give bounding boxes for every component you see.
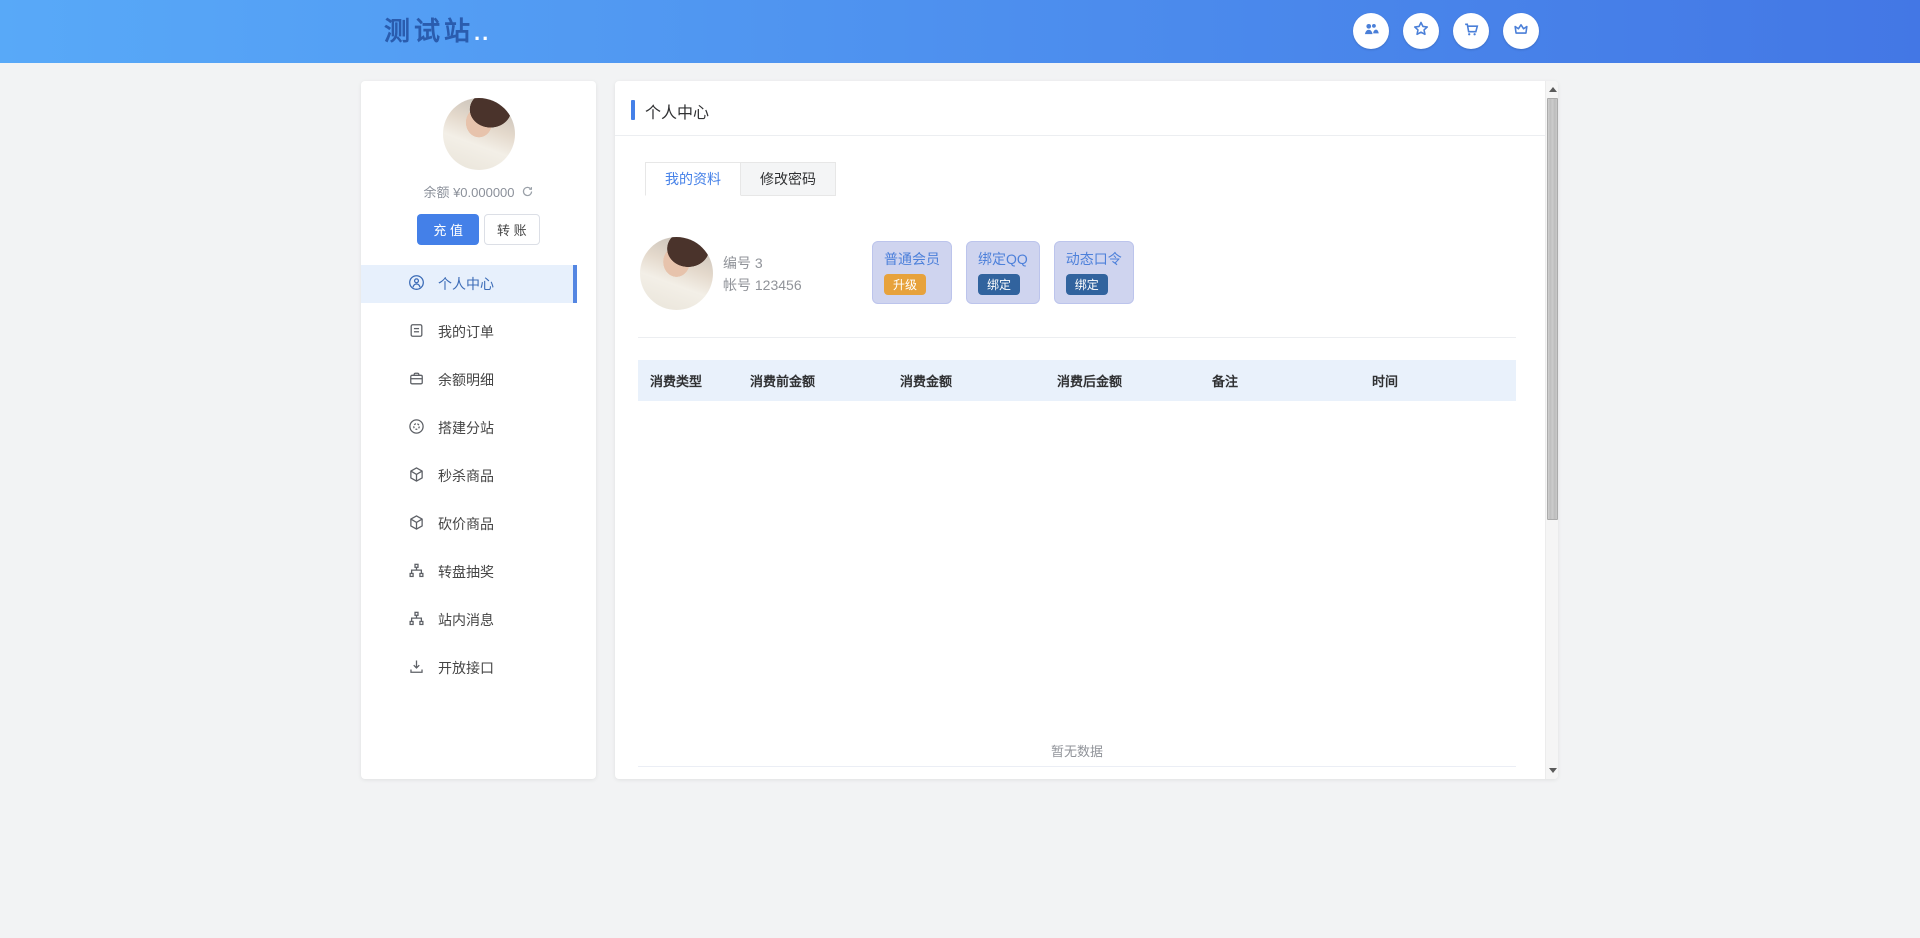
transfer-button[interactable]: 转 账 [484, 214, 540, 245]
table-header-row: 消费类型 消费前金额 消费金额 消费后金额 备注 时间 [638, 360, 1516, 401]
user-icon [408, 274, 425, 294]
cart-button[interactable] [1453, 13, 1489, 49]
col-remark: 备注 [1200, 371, 1360, 390]
order-icon [408, 322, 425, 342]
crown-icon [1512, 20, 1530, 43]
col-amount: 消费金额 [888, 371, 1045, 390]
content-scrollbar[interactable] [1545, 81, 1558, 779]
badge-cards: 普通会员 升级 绑定QQ 绑定 动态口令 绑定 [872, 241, 1134, 304]
user-account: 帐号 123456 [723, 274, 802, 296]
sitemap-icon [408, 610, 425, 630]
users-button[interactable] [1353, 13, 1389, 49]
bind-otp-button[interactable]: 绑定 [1066, 274, 1108, 295]
bind-qq-button[interactable]: 绑定 [978, 274, 1020, 295]
star-button[interactable] [1403, 13, 1439, 49]
sidebar-item-build-substation[interactable]: 搭建分站 [361, 409, 577, 447]
col-time: 时间 [1360, 371, 1516, 390]
users-icon [1362, 20, 1380, 43]
sidebar-item-label: 余额明细 [438, 370, 494, 390]
table-body: 暂无数据 [638, 401, 1516, 767]
section-divider [638, 337, 1516, 338]
sidebar-item-label: 搭建分站 [438, 418, 494, 438]
otp-card: 动态口令 绑定 [1054, 241, 1134, 304]
sidebar-item-my-orders[interactable]: 我的订单 [361, 313, 577, 351]
sidebar-panel: 余额 ¥0.000000 充 值 转 账 个人中心 我的订单 余额明细 搭建分站… [361, 81, 596, 779]
tab-change-password[interactable]: 修改密码 [741, 162, 836, 196]
sidebar-item-label: 个人中心 [438, 274, 494, 294]
sidebar-item-label: 站内消息 [438, 610, 494, 630]
member-level-title: 普通会员 [884, 249, 940, 269]
site-logo-text: 测试站 [384, 16, 474, 46]
otp-title: 动态口令 [1066, 249, 1122, 269]
sidebar-menu: 个人中心 我的订单 余额明细 搭建分站 秒杀商品 砍价商品 转盘抽奖 站内消息 [361, 265, 596, 697]
sidebar-item-balance-detail[interactable]: 余额明细 [361, 361, 577, 399]
col-amount-before: 消费前金额 [738, 371, 888, 390]
scroll-up-button[interactable] [1546, 81, 1559, 98]
sitemap-icon [408, 562, 425, 582]
crown-button[interactable] [1503, 13, 1539, 49]
page-header: 个人中心 [615, 81, 1558, 136]
sidebar-item-lucky-wheel[interactable]: 转盘抽奖 [361, 553, 577, 591]
sidebar-item-label: 秒杀商品 [438, 466, 494, 486]
tab-my-profile[interactable]: 我的资料 [645, 162, 741, 196]
star-icon [1412, 20, 1430, 43]
main-panel: 个人中心 我的资料 修改密码 编号 3 帐号 123456 普通会员 升级 绑定… [615, 81, 1558, 779]
sidebar-item-open-api[interactable]: 开放接口 [361, 649, 577, 687]
col-amount-after: 消费后金额 [1045, 371, 1200, 390]
bind-qq-title: 绑定QQ [978, 249, 1028, 269]
cube-icon [408, 466, 425, 486]
scroll-down-button[interactable] [1546, 762, 1559, 779]
sidebar-item-label: 砍价商品 [438, 514, 494, 534]
cube-icon [408, 514, 425, 534]
page-title: 个人中心 [645, 99, 709, 123]
upgrade-button[interactable]: 升级 [884, 274, 926, 295]
sidebar-item-label: 开放接口 [438, 658, 494, 678]
site-logo-dots: .. [474, 20, 490, 45]
consumption-table: 消费类型 消费前金额 消费金额 消费后金额 备注 时间 暂无数据 [638, 360, 1516, 767]
wallet-icon [408, 370, 425, 390]
download-icon [408, 658, 425, 678]
triangle-down-icon [1549, 768, 1557, 773]
tabs: 我的资料 修改密码 [645, 162, 836, 196]
triangle-up-icon [1549, 87, 1557, 92]
topbar-icons [1353, 13, 1539, 49]
empty-state-text: 暂无数据 [638, 741, 1516, 760]
site-logo[interactable]: 测试站.. [384, 0, 490, 63]
scrollbar-thumb[interactable] [1547, 98, 1558, 520]
recharge-button[interactable]: 充 值 [417, 214, 479, 245]
refresh-icon[interactable] [521, 185, 534, 198]
sidebar-item-personal-center[interactable]: 个人中心 [361, 265, 577, 303]
balance-label: 余额 ¥0.000000 [423, 182, 514, 201]
title-accent-bar [631, 100, 635, 120]
cart-icon [1462, 20, 1480, 43]
sidebar-item-bargain-goods[interactable]: 砍价商品 [361, 505, 577, 543]
sidebar-item-label: 转盘抽奖 [438, 562, 494, 582]
topbar: 测试站.. [0, 0, 1920, 63]
sidebar-item-site-messages[interactable]: 站内消息 [361, 601, 577, 639]
sidebar-item-label: 我的订单 [438, 322, 494, 342]
sidebar-item-seckill-goods[interactable]: 秒杀商品 [361, 457, 577, 495]
user-id: 编号 3 [723, 252, 802, 274]
globe-icon [408, 418, 425, 438]
col-consume-type: 消费类型 [638, 371, 738, 390]
member-level-card: 普通会员 升级 [872, 241, 952, 304]
profile-summary: 编号 3 帐号 123456 [640, 237, 802, 310]
user-avatar[interactable] [443, 98, 515, 170]
profile-avatar [640, 237, 713, 310]
bind-qq-card: 绑定QQ 绑定 [966, 241, 1040, 304]
